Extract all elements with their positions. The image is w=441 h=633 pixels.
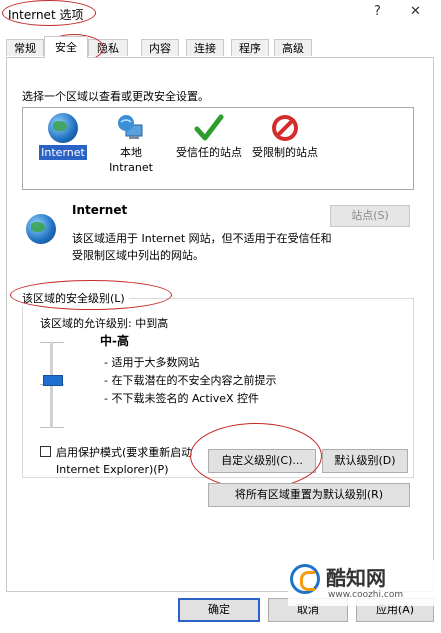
zone-list[interactable]: Internet 本地 Intranet 受信任的站点 受限制的站点 (22, 107, 414, 190)
allowed-levels-text: 该区域的允许级别: 中到高 (40, 317, 169, 330)
watermark: 酷知网 www.coozhi.com (288, 560, 438, 606)
watermark-logo-icon (290, 564, 320, 594)
tab-connections[interactable]: 连接 (186, 39, 224, 56)
annotation-circle-custom (190, 423, 322, 489)
protected-mode-checkbox[interactable] (40, 446, 51, 457)
tab-content[interactable]: 内容 (141, 39, 179, 56)
sites-button[interactable]: 站点(S) (330, 205, 410, 227)
tab-strip: 常规 安全 隐私 内容 连接 程序 高级 (6, 36, 436, 58)
zone-trusted-sites-label: 受信任的站点 (176, 146, 242, 159)
protected-mode-label: 启用保护模式(要求重新启动 Internet Explorer)(P) (56, 446, 193, 476)
level-point-3: - 不下载未签名的 ActiveX 控件 (104, 392, 260, 405)
watermark-url: www.coozhi.com (328, 590, 404, 600)
zone-restricted-sites-label: 受限制的站点 (252, 146, 318, 159)
level-point-2: - 在下载潜在的不安全内容之前提示 (104, 374, 277, 387)
tab-security[interactable]: 安全 (44, 36, 88, 58)
level-point-1: - 适用于大多数网站 (104, 356, 200, 369)
zone-trusted-sites[interactable]: 受信任的站点 (169, 113, 249, 160)
tab-programs[interactable]: 程序 (231, 39, 269, 56)
no-entry-icon (270, 113, 300, 143)
tab-general[interactable]: 常规 (6, 39, 44, 56)
zone-prompt: 选择一个区域以查看或更改安全设置。 (22, 90, 209, 103)
level-name: 中-高 (100, 334, 129, 348)
help-button[interactable]: ? (374, 4, 381, 19)
zone-local-intranet-label: 本地 Intranet (109, 146, 153, 174)
globe-icon (48, 113, 78, 143)
reset-all-zones-button[interactable]: 将所有区域重置为默认级别(R) (208, 483, 410, 507)
annotation-circle-level (10, 280, 172, 310)
watermark-brand: 酷知网 (326, 566, 386, 590)
globe-icon (26, 214, 56, 244)
local-intranet-icon (116, 113, 146, 143)
close-button[interactable]: ✕ (410, 4, 421, 19)
tab-advanced[interactable]: 高级 (274, 39, 312, 56)
zone-local-intranet[interactable]: 本地 Intranet (91, 113, 171, 175)
check-icon (194, 113, 224, 143)
selected-zone-name: Internet (72, 203, 128, 217)
zone-internet-label: Internet (39, 145, 87, 160)
annotation-circle-title (2, 0, 96, 26)
security-slider-thumb[interactable] (43, 375, 63, 386)
zone-restricted-sites[interactable]: 受限制的站点 (245, 113, 325, 160)
default-level-button[interactable]: 默认级别(D) (322, 449, 408, 473)
selected-zone-description: 该区域适用于 Internet 网站，但不适用于在受信任和受限制区域中列出的网站… (72, 232, 332, 262)
ok-button[interactable]: 确定 (178, 598, 260, 622)
selected-zone-icon (26, 214, 56, 244)
